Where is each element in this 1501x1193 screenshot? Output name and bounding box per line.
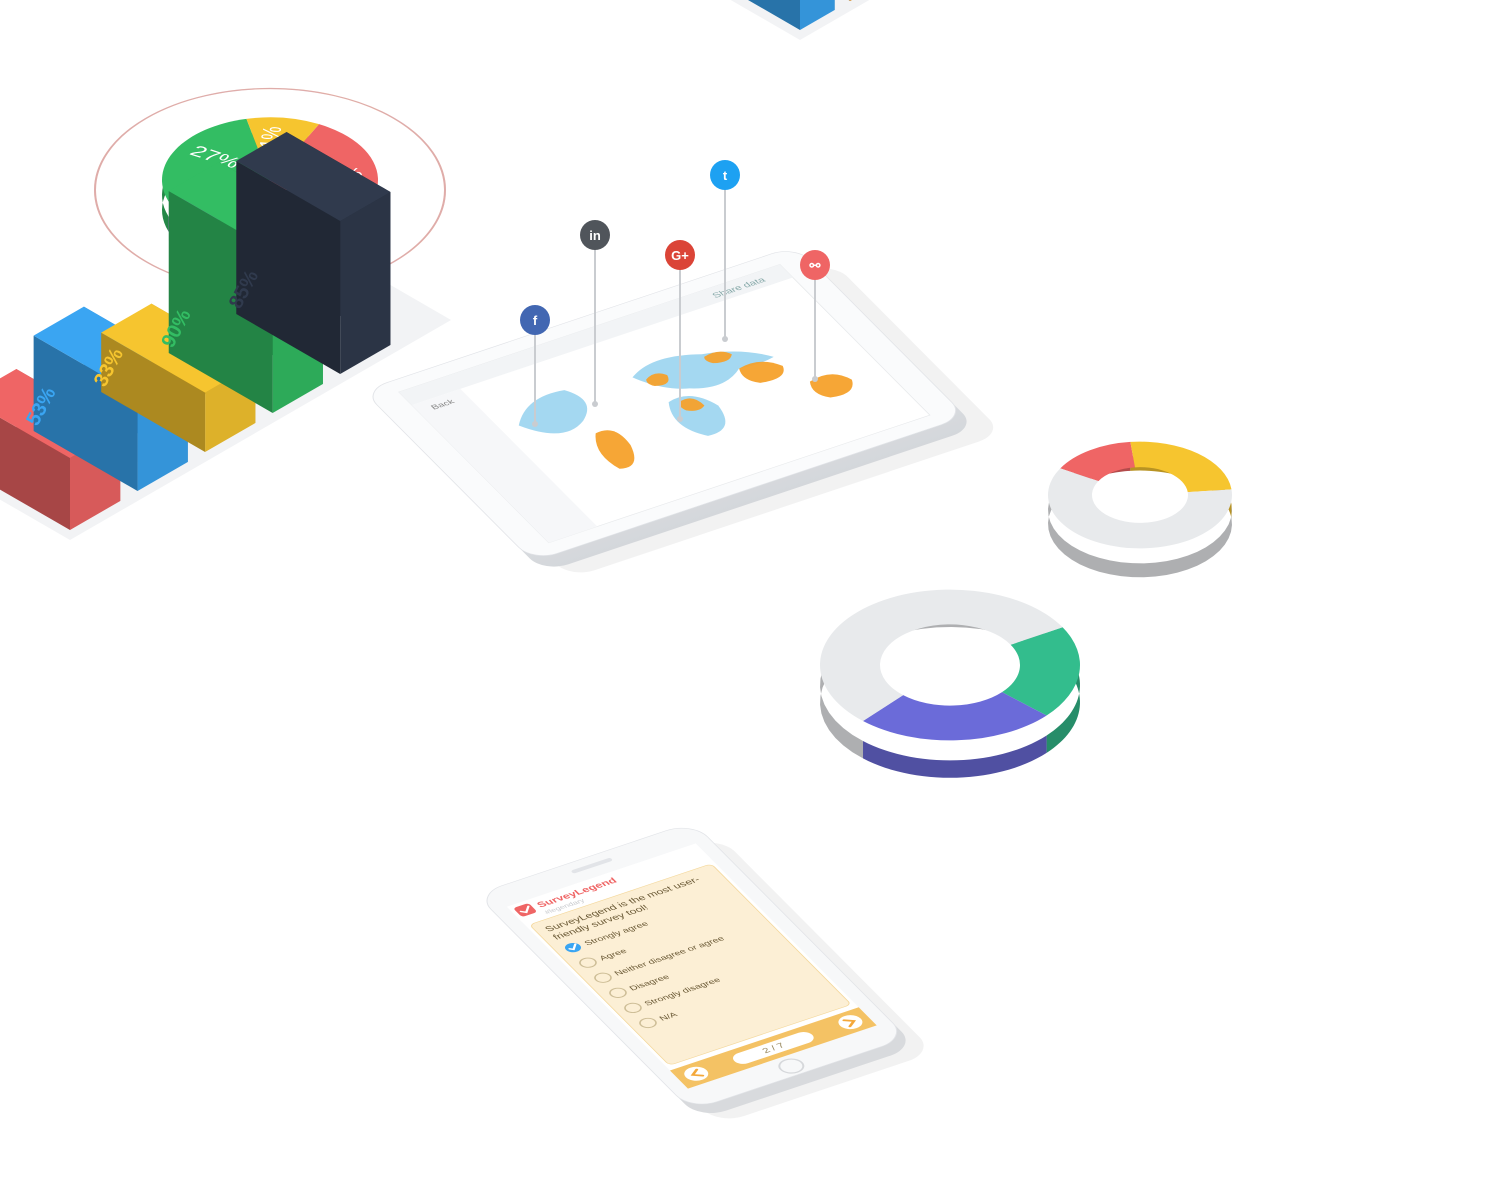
svg-text:f: f <box>533 313 538 328</box>
svg-text:t: t <box>723 168 728 183</box>
svg-text:G+: G+ <box>671 248 689 263</box>
svg-text:⚯: ⚯ <box>809 258 822 273</box>
phone-survey: SurveyLegend #legendary SurveyLegend is … <box>440 740 920 1185</box>
svg-text:in: in <box>589 228 601 243</box>
